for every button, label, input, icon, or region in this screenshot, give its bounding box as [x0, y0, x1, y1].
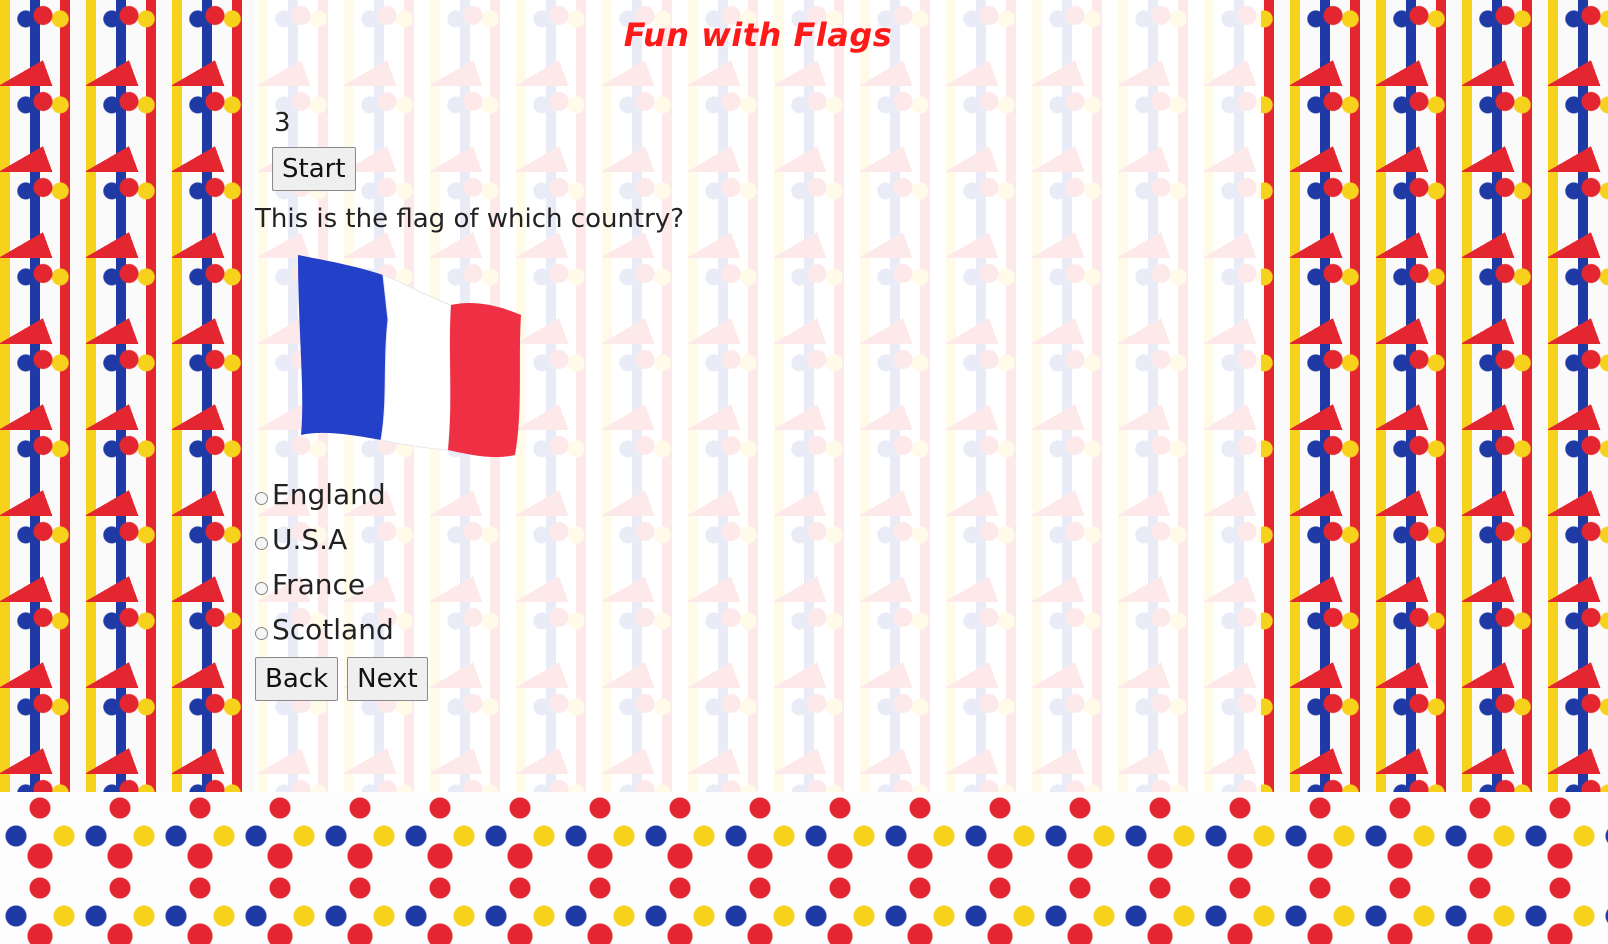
option-label: France — [272, 568, 366, 601]
flag-white-stripe — [380, 274, 452, 451]
option-usa[interactable]: U.S.A — [255, 517, 394, 562]
bottom-decoration — [0, 792, 1608, 944]
question-counter: 3 — [274, 108, 291, 138]
option-label: Scotland — [272, 613, 394, 646]
start-button[interactable]: Start — [272, 147, 356, 191]
option-scotland[interactable]: Scotland — [255, 607, 394, 652]
question-text: This is the flag of which country? — [255, 204, 684, 234]
option-label: England — [272, 478, 386, 511]
option-england[interactable]: England — [255, 472, 394, 517]
flag-red-stripe — [448, 303, 521, 458]
flag-blue-stripe — [298, 255, 388, 440]
radio-scotland[interactable] — [255, 627, 268, 640]
answer-options: England U.S.A France Scotland — [255, 472, 394, 652]
option-label: U.S.A — [272, 523, 348, 556]
option-france[interactable]: France — [255, 562, 394, 607]
radio-france[interactable] — [255, 582, 268, 595]
radio-england[interactable] — [255, 492, 268, 505]
navigation-buttons: Back Next — [255, 657, 428, 701]
back-button[interactable]: Back — [255, 657, 339, 701]
page-title: Fun with Flags — [623, 16, 893, 54]
france-flag-image — [298, 255, 521, 458]
radio-usa[interactable] — [255, 537, 268, 550]
next-button[interactable]: Next — [347, 657, 428, 701]
